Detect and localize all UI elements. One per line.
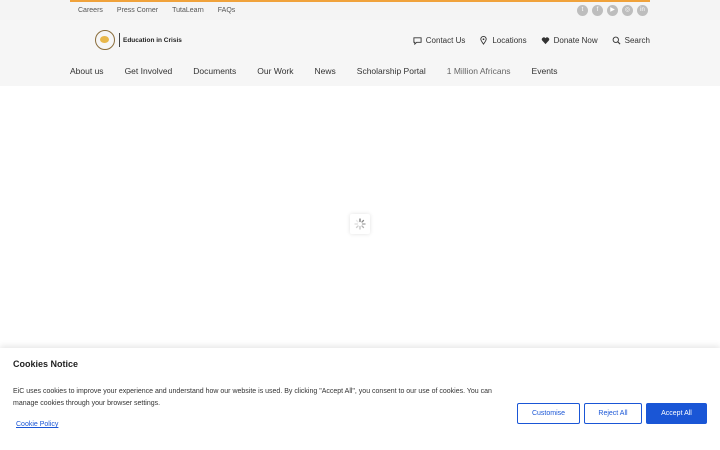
logo-divider xyxy=(119,33,120,47)
nav-item-our-work[interactable]: Our Work xyxy=(257,66,293,76)
contact-us-label: Contact Us xyxy=(425,36,466,45)
facebook-icon[interactable]: f xyxy=(592,5,603,16)
heart-icon xyxy=(541,37,549,45)
twitter-icon[interactable]: t xyxy=(577,5,588,16)
top-link-careers[interactable]: Careers xyxy=(78,7,103,14)
top-link-press-corner[interactable]: Press Corner xyxy=(117,7,158,14)
youtube-icon[interactable]: ▶ xyxy=(607,5,618,16)
top-link-tutalearn[interactable]: TutaLearn xyxy=(172,7,204,14)
locations-link[interactable]: Locations xyxy=(479,36,527,45)
logo-text: Education in Crisis xyxy=(123,36,182,44)
nav-item-get-involved[interactable]: Get Involved xyxy=(125,66,173,76)
nav-item-news[interactable]: News xyxy=(315,66,336,76)
nav-item-about-us[interactable]: About us xyxy=(70,66,104,76)
site-header: Education in Crisis Contact Us Locations… xyxy=(0,20,720,86)
instagram-icon[interactable]: ◎ xyxy=(622,5,633,16)
chat-icon xyxy=(413,37,422,45)
contact-us-link[interactable]: Contact Us xyxy=(413,36,466,45)
locations-label: Locations xyxy=(492,36,527,45)
utility-links: Contact Us Locations Donate Now Search xyxy=(413,36,650,45)
nav-item-events[interactable]: Events xyxy=(532,66,558,76)
loading-spinner-icon xyxy=(350,214,370,234)
social-links: t f ▶ ◎ in xyxy=(577,5,648,16)
accept-all-button[interactable]: Accept All xyxy=(646,403,707,424)
search-icon xyxy=(612,36,621,45)
site-logo[interactable]: Education in Crisis xyxy=(95,30,182,50)
search-label: Search xyxy=(624,36,650,45)
map-pin-icon xyxy=(480,36,488,45)
cookie-banner: Cookies Notice EiC uses cookies to impro… xyxy=(0,348,720,450)
search-link[interactable]: Search xyxy=(612,36,650,45)
cookie-message: EiC uses cookies to improve your experie… xyxy=(13,388,492,407)
reject-all-button[interactable]: Reject All xyxy=(584,403,642,424)
customise-button[interactable]: Customise xyxy=(517,403,580,424)
cookie-title: Cookies Notice xyxy=(13,359,79,369)
top-bar: Careers Press Corner TutaLearn FAQs t f … xyxy=(0,0,720,20)
nav-item-1-million-africans[interactable]: 1 Million Africans xyxy=(447,66,511,76)
nav-item-scholarship-portal[interactable]: Scholarship Portal xyxy=(357,66,426,76)
donate-now-link[interactable]: Donate Now xyxy=(541,36,598,45)
logo-emblem-icon xyxy=(95,30,115,50)
donate-now-label: Donate Now xyxy=(553,36,598,45)
cookie-policy-link[interactable]: Cookie Policy xyxy=(16,421,58,428)
linkedin-icon[interactable]: in xyxy=(637,5,648,16)
nav-item-documents[interactable]: Documents xyxy=(193,66,236,76)
main-nav: About us Get Involved Documents Our Work… xyxy=(70,66,579,76)
top-links: Careers Press Corner TutaLearn FAQs xyxy=(70,0,241,20)
top-link-faqs[interactable]: FAQs xyxy=(218,7,236,14)
